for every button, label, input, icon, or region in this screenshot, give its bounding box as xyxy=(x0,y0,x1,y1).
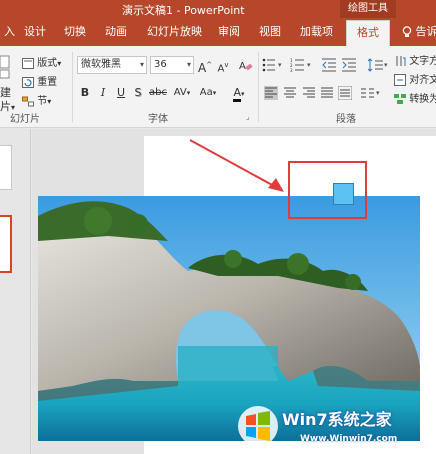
align-text-button[interactable]: 对齐文 xyxy=(394,71,436,86)
text-direction-button[interactable]: 文字方 xyxy=(394,52,436,67)
drawing-tools-context-label: 绘图工具 xyxy=(340,0,396,18)
grow-font-button[interactable]: A^ xyxy=(198,56,212,75)
paragraph-group-label: 段落 xyxy=(336,114,356,125)
tab-insert[interactable]: 入 xyxy=(4,23,15,39)
columns-icon[interactable]: ▾ xyxy=(360,86,382,100)
layout-icon xyxy=(22,57,34,69)
align-text-label: 对齐文 xyxy=(409,75,436,86)
slides-group-label: 幻灯片 xyxy=(10,114,40,125)
group-divider xyxy=(72,52,73,122)
tab-transitions[interactable]: 切换 xyxy=(64,23,86,39)
character-spacing-button[interactable]: AV▾ xyxy=(170,84,194,102)
section-label: 节 xyxy=(37,96,48,107)
reset-icon xyxy=(22,76,34,88)
convert-label: 转换为 xyxy=(409,94,436,105)
font-size-value: 36 xyxy=(154,59,167,70)
section-icon xyxy=(22,96,34,106)
svg-text:3: 3 xyxy=(290,68,293,72)
svg-text:▾: ▾ xyxy=(307,61,311,69)
title-bar: 演示文稿1 - PowerPoint 绘图工具 xyxy=(0,0,436,18)
bold-button[interactable]: B xyxy=(79,84,91,102)
decrease-indent-icon[interactable] xyxy=(322,58,336,72)
tab-addins[interactable]: 加载项 xyxy=(300,23,333,39)
italic-button[interactable]: I xyxy=(97,84,109,102)
justify-icon[interactable] xyxy=(320,86,334,100)
text-shadow-button[interactable]: S xyxy=(132,84,144,102)
convert-smartart-button[interactable]: 转换为 xyxy=(394,90,436,105)
ribbon: 建 片▾ 版式▾ 重置 节▾ 幻灯片 微软雅黑 ▾ 36 ▾ A^ Av A B… xyxy=(0,46,436,128)
numbering-icon[interactable]: 123▾ xyxy=(290,58,316,72)
section-button[interactable]: 节▾ xyxy=(22,92,51,107)
window-title: 演示文稿1 - PowerPoint xyxy=(122,4,245,17)
powerpoint-window: 演示文稿1 - PowerPoint 绘图工具 入 设计 切换 动画 幻灯片放映… xyxy=(0,0,436,454)
tell-me-label: 告诉 xyxy=(415,25,436,38)
text-direction-label: 文字方 xyxy=(409,56,436,67)
svg-text:▾: ▾ xyxy=(384,61,388,69)
reset-label: 重置 xyxy=(37,77,58,88)
tab-slideshow[interactable]: 幻灯片放映 xyxy=(147,23,202,39)
slide-thumbnail-selected[interactable] xyxy=(0,215,12,273)
font-size-select[interactable]: 36 ▾ xyxy=(150,56,194,74)
align-right-icon[interactable] xyxy=(302,86,316,100)
tell-me-box[interactable]: 告诉 xyxy=(402,23,436,39)
bullets-icon[interactable]: ▾ xyxy=(262,58,286,72)
strikethrough-button[interactable]: abc xyxy=(148,84,168,102)
chevron-down-icon: ▾ xyxy=(186,60,191,69)
slide-thumbnail[interactable] xyxy=(0,145,12,190)
font-name-select[interactable]: 微软雅黑 ▾ xyxy=(77,56,147,74)
eraser-icon: A xyxy=(239,61,253,72)
svg-text:▾: ▾ xyxy=(278,61,282,69)
chevron-down-icon: ▾ xyxy=(139,60,144,69)
align-center-icon[interactable] xyxy=(283,86,297,100)
layout-label: 版式 xyxy=(37,58,58,69)
selected-shape[interactable] xyxy=(333,183,354,205)
tab-review[interactable]: 审阅 xyxy=(218,23,240,39)
font-dialog-launcher-icon[interactable]: ⌟ xyxy=(246,112,250,121)
change-case-button[interactable]: Aa▾ xyxy=(196,84,220,102)
smartart-icon xyxy=(394,94,406,104)
svg-text:▾: ▾ xyxy=(376,89,380,97)
lightbulb-icon xyxy=(402,26,412,37)
slide-thumbnail-pane[interactable] xyxy=(0,129,31,454)
align-text-icon xyxy=(394,74,406,86)
text-direction-icon xyxy=(396,56,406,66)
ribbon-tabs: 入 设计 切换 动画 幻灯片放映 审阅 视图 加载项 格式 告诉 xyxy=(0,18,436,46)
group-divider xyxy=(258,52,259,122)
font-name-value: 微软雅黑 xyxy=(81,59,121,70)
font-group-label: 字体 xyxy=(148,114,168,125)
font-color-button[interactable]: A▾ xyxy=(228,84,250,102)
svg-text:A: A xyxy=(239,61,246,72)
tab-format[interactable]: 格式 xyxy=(346,20,390,46)
distributed-icon[interactable] xyxy=(338,86,352,100)
underline-button[interactable]: U xyxy=(115,84,127,102)
clear-formatting-button[interactable]: A xyxy=(238,56,254,74)
line-spacing-icon[interactable]: ▾ xyxy=(368,58,390,72)
new-slide-icon xyxy=(0,55,10,79)
shrink-font-button[interactable]: Av xyxy=(216,56,230,74)
align-left-icon[interactable] xyxy=(264,86,278,100)
tab-animations[interactable]: 动画 xyxy=(105,23,127,39)
layout-button[interactable]: 版式▾ xyxy=(22,54,61,69)
tab-view[interactable]: 视图 xyxy=(259,23,281,39)
tab-design[interactable]: 设计 xyxy=(24,23,46,39)
highlight-rectangle xyxy=(288,161,367,219)
new-slide-button[interactable] xyxy=(0,54,10,80)
reset-button[interactable]: 重置 xyxy=(22,73,57,88)
increase-indent-icon[interactable] xyxy=(342,58,356,72)
watermark-brand: Win7系统之家 xyxy=(282,410,392,429)
watermark-win7: Win7系统之家 Www.Winwin7.com xyxy=(232,398,436,454)
watermark-url: Www.Winwin7.com xyxy=(300,434,398,444)
red-arrow-annotation xyxy=(189,139,284,192)
